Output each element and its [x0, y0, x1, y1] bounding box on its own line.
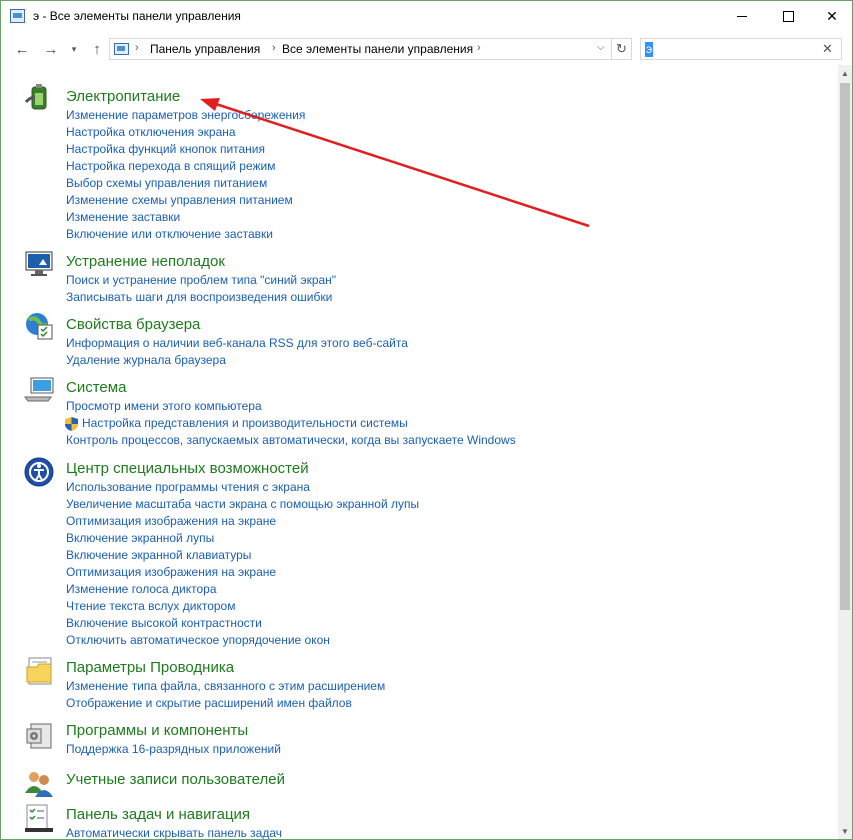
- task-link[interactable]: Настройка представления и производительн…: [82, 416, 408, 430]
- task-link[interactable]: Настройка отключения экрана: [66, 125, 236, 139]
- control-panel-icon: [10, 9, 25, 23]
- task-link[interactable]: Изменение заставки: [66, 210, 180, 224]
- breadcrumb-all-items[interactable]: Все элементы панели управления: [282, 42, 473, 56]
- task-link[interactable]: Отключить автоматическое упорядочение ок…: [66, 633, 330, 647]
- breadcrumb-separator[interactable]: ›: [272, 42, 276, 54]
- task-link[interactable]: Удаление журнала браузера: [66, 353, 226, 367]
- task-link[interactable]: Записывать шаги для воспроизведения ошиб…: [66, 290, 332, 304]
- vertical-scrollbar[interactable]: ▲ ▼: [838, 65, 852, 839]
- task-link[interactable]: Использование программы чтения с экрана: [66, 480, 310, 494]
- breadcrumb-separator[interactable]: ›: [135, 42, 139, 54]
- group-title[interactable]: Электропитание: [66, 88, 180, 105]
- folder-options-icon[interactable]: [23, 655, 55, 687]
- programs-icon[interactable]: [23, 718, 55, 750]
- task-link[interactable]: Оптимизация изображения на экране: [66, 565, 276, 579]
- control-panel-window: э - Все элементы панели управления ✕ ← →…: [0, 0, 853, 840]
- task-link[interactable]: Выбор схемы управления питанием: [66, 176, 267, 190]
- group-title[interactable]: Устранение неполадок: [66, 253, 225, 270]
- task-link[interactable]: Настройка перехода в спящий режим: [66, 159, 275, 173]
- accessibility-icon[interactable]: [23, 456, 55, 488]
- address-dropdown-button[interactable]: ⌵: [597, 42, 605, 53]
- troubleshooting-icon[interactable]: [23, 247, 55, 279]
- group-title[interactable]: Панель задач и навигация: [66, 806, 250, 823]
- maximize-icon: [782, 10, 794, 22]
- task-link[interactable]: Изменение голоса диктора: [66, 582, 217, 596]
- internet-options-icon[interactable]: [23, 310, 55, 342]
- task-link[interactable]: Контроль процессов, запускаемых автомати…: [66, 433, 516, 447]
- maximize-button[interactable]: [765, 1, 811, 31]
- task-link[interactable]: Оптимизация изображения на экране: [66, 514, 276, 528]
- breadcrumb-control-panel[interactable]: Панель управления: [150, 42, 260, 56]
- task-link[interactable]: Включение высокой контрастности: [66, 616, 262, 630]
- clear-search-button[interactable]: ✕: [822, 41, 833, 57]
- group-title[interactable]: Параметры Проводника: [66, 659, 234, 676]
- group-title[interactable]: Учетные записи пользователей: [66, 771, 285, 788]
- battery-icon[interactable]: [23, 80, 55, 112]
- title-bar: э - Все элементы панели управления ✕: [1, 1, 852, 33]
- task-link[interactable]: Увеличение масштаба части экрана с помощ…: [66, 497, 419, 511]
- group-title[interactable]: Программы и компоненты: [66, 722, 248, 739]
- navigation-bar: ← → ▾ ↑ › Панель управления › Все элемен…: [1, 33, 852, 65]
- system-icon[interactable]: [23, 373, 55, 405]
- search-input[interactable]: э ✕: [640, 38, 842, 60]
- task-link[interactable]: Поиск и устранение проблем типа "синий э…: [66, 273, 336, 287]
- task-link[interactable]: Отображение и скрытие расширений имен фа…: [66, 696, 352, 710]
- group-title[interactable]: Система: [66, 379, 126, 396]
- scroll-up-button[interactable]: ▲: [841, 69, 849, 78]
- search-query[interactable]: э: [645, 42, 654, 57]
- group-title[interactable]: Центр специальных возможностей: [66, 460, 309, 477]
- forward-button[interactable]: →: [41, 39, 61, 59]
- task-link[interactable]: Изменение типа файла, связанного с этим …: [66, 679, 385, 693]
- task-link[interactable]: Информация о наличии веб-канала RSS для …: [66, 336, 408, 350]
- minimize-icon: [737, 15, 747, 17]
- scrollbar-thumb[interactable]: [840, 83, 850, 610]
- task-link[interactable]: Автоматически скрывать панель задач: [66, 826, 282, 839]
- search-results: Электропитание Изменение параметров энерг…: [1, 65, 838, 839]
- task-link[interactable]: Изменение параметров энергосбережения: [66, 108, 305, 122]
- uac-shield-icon: [65, 417, 78, 431]
- task-link[interactable]: Включение экранной лупы: [66, 531, 214, 545]
- up-button[interactable]: ↑: [87, 39, 107, 59]
- user-accounts-icon[interactable]: [23, 767, 55, 799]
- back-button[interactable]: ←: [12, 39, 32, 59]
- taskbar-icon[interactable]: [23, 802, 55, 834]
- minimize-button[interactable]: [719, 1, 765, 31]
- control-panel-icon: [114, 43, 129, 55]
- task-link[interactable]: Чтение текста вслух диктором: [66, 599, 235, 613]
- task-link[interactable]: Просмотр имени этого компьютера: [66, 399, 262, 413]
- window-title: э - Все элементы панели управления: [33, 9, 241, 23]
- group-title[interactable]: Свойства браузера: [66, 316, 200, 333]
- close-button[interactable]: ✕: [809, 1, 852, 31]
- task-link[interactable]: Изменение схемы управления питанием: [66, 193, 293, 207]
- task-link[interactable]: Включение экранной клавиатуры: [66, 548, 251, 562]
- recent-locations-button[interactable]: ▾: [64, 39, 84, 59]
- address-bar[interactable]: › Панель управления › Все элементы панел…: [109, 38, 612, 60]
- breadcrumb-separator[interactable]: ›: [477, 42, 481, 54]
- scroll-down-button[interactable]: ▼: [841, 827, 849, 836]
- task-link[interactable]: Включение или отключение заставки: [66, 227, 273, 241]
- task-link[interactable]: Настройка функций кнопок питания: [66, 142, 265, 156]
- task-link[interactable]: Поддержка 16-разрядных приложений: [66, 742, 281, 756]
- refresh-button[interactable]: ↻: [612, 38, 632, 60]
